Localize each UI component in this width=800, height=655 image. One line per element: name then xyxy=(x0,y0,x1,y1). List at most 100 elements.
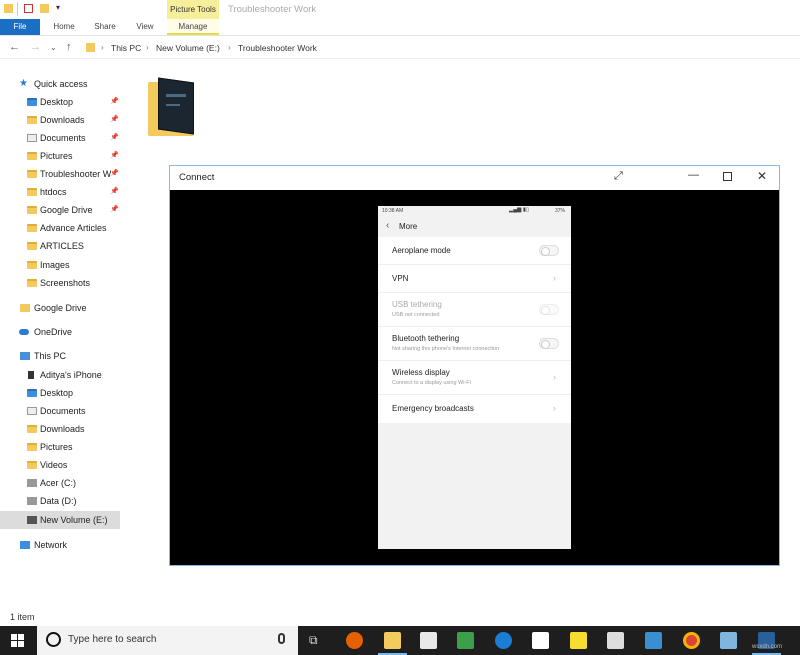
firefox-icon[interactable] xyxy=(346,632,363,649)
pin-icon: 📌 xyxy=(110,170,119,177)
tab-file[interactable]: File xyxy=(0,19,40,35)
up-arrow-icon[interactable]: ↑ xyxy=(66,41,72,53)
nav-label: Advance Articles xyxy=(40,223,107,233)
phone-screen: 10:38 AM ▂▄▆ ▮▯ 37% ‹ More Aeroplane mod… xyxy=(378,206,571,549)
edge-icon[interactable] xyxy=(495,632,512,649)
item-count: 1 item xyxy=(10,612,35,622)
nav-label: Desktop xyxy=(40,97,74,107)
nav-label: Acer (C:) xyxy=(40,478,76,488)
app-icon[interactable] xyxy=(532,632,549,649)
nav-item-pc-downloads[interactable]: Downloads xyxy=(0,420,120,438)
nav-item-documents[interactable]: Documents 📌 xyxy=(0,129,120,147)
bluetooth-tethering-toggle[interactable] xyxy=(539,338,559,349)
star-icon: ★ xyxy=(19,78,28,89)
close-icon[interactable]: ✕ xyxy=(757,169,767,183)
nav-item-google-drive-folder[interactable]: Google Drive 📌 xyxy=(0,201,120,219)
connect-title-bar: Connect ⤢ — ✕ xyxy=(170,166,779,190)
folder-icon xyxy=(4,4,13,13)
nav-label: Downloads xyxy=(40,424,85,434)
nav-item-iphone[interactable]: Aditya's iPhone xyxy=(0,366,120,384)
file-explorer-icon[interactable] xyxy=(378,632,407,655)
nav-label: Google Drive xyxy=(40,205,93,215)
breadcrumb-new-volume[interactable]: New Volume (E:) xyxy=(156,43,220,53)
setting-emergency-broadcasts[interactable]: Emergency broadcasts › xyxy=(378,395,571,423)
nav-network[interactable]: Network xyxy=(0,536,120,554)
address-bar: ← → ⌄ ↑ › This PC › New Volume (E:) › Tr… xyxy=(0,37,800,59)
nav-item-drive-c[interactable]: Acer (C:) xyxy=(0,474,120,492)
nav-item-pc-documents[interactable]: Documents xyxy=(0,402,120,420)
nav-item-downloads[interactable]: Downloads 📌 xyxy=(0,111,120,129)
nav-item-screenshots[interactable]: Screenshots xyxy=(0,274,120,292)
forward-arrow-icon[interactable]: → xyxy=(30,41,41,53)
folder-icon xyxy=(27,242,37,250)
nav-item-htdocs[interactable]: htdocs 📌 xyxy=(0,183,120,201)
notepad-icon[interactable] xyxy=(457,632,474,649)
app-icon[interactable] xyxy=(720,632,737,649)
nav-label: New Volume (E:) xyxy=(40,515,108,525)
nav-item-pc-pictures[interactable]: Pictures xyxy=(0,438,120,456)
setting-aeroplane-mode[interactable]: Aeroplane mode xyxy=(378,237,571,265)
breadcrumb-this-pc[interactable]: This PC xyxy=(111,43,141,53)
pin-icon: 📌 xyxy=(110,152,119,159)
breadcrumb-troubleshooter-work[interactable]: Troubleshooter Work xyxy=(238,43,317,53)
nav-onedrive[interactable]: OneDrive xyxy=(0,323,120,341)
nav-label: Desktop xyxy=(40,388,74,398)
documents-icon xyxy=(27,134,37,142)
recent-locations-icon[interactable]: ⌄ xyxy=(50,43,57,52)
nav-label: Troubleshooter W xyxy=(40,169,112,179)
nav-item-pictures[interactable]: Pictures 📌 xyxy=(0,147,120,165)
cortana-icon xyxy=(46,632,61,647)
nav-item-advance-articles[interactable]: Advance Articles xyxy=(0,219,120,237)
customize-quick-access-icon[interactable]: ▾ xyxy=(56,3,60,12)
usb-tethering-toggle[interactable] xyxy=(539,304,559,315)
task-view-icon[interactable]: ⧉ xyxy=(309,633,318,648)
ribbon-tabs: File Home Share View Manage xyxy=(0,19,800,36)
chevron-right-icon: › xyxy=(553,273,556,283)
minimize-icon[interactable]: — xyxy=(688,169,699,181)
nav-item-pc-videos[interactable]: Videos xyxy=(0,456,120,474)
tab-view[interactable]: View xyxy=(130,19,160,35)
tab-manage[interactable]: Manage xyxy=(167,19,219,35)
setting-wireless-display[interactable]: Wireless display Connect to a display us… xyxy=(378,361,571,395)
new-folder-icon[interactable] xyxy=(40,4,49,13)
folder-icon xyxy=(27,206,37,214)
properties-icon[interactable] xyxy=(24,4,33,13)
fullscreen-icon[interactable]: ⤢ xyxy=(614,170,623,183)
nav-item-images[interactable]: Images xyxy=(0,256,120,274)
back-icon[interactable]: ‹ xyxy=(386,220,389,231)
nav-item-drive-e[interactable]: New Volume (E:) xyxy=(0,511,120,529)
tab-home[interactable]: Home xyxy=(48,19,80,35)
aeroplane-toggle[interactable] xyxy=(539,245,559,256)
nav-google-drive[interactable]: Google Drive xyxy=(0,299,120,317)
nav-item-drive-d[interactable]: Data (D:) xyxy=(0,492,120,510)
chrome-icon[interactable] xyxy=(683,632,700,649)
app-icon[interactable] xyxy=(645,632,662,649)
nav-item-troubleshooter[interactable]: Troubleshooter W 📌 xyxy=(0,165,120,183)
nav-label: Videos xyxy=(40,460,68,470)
folder-icon xyxy=(27,279,37,287)
signal-icon: ▂▄▆ ▮▯ xyxy=(509,207,529,213)
back-arrow-icon[interactable]: ← xyxy=(9,41,20,53)
nav-label: Google Drive xyxy=(34,303,87,313)
setting-vpn[interactable]: VPN › xyxy=(378,265,571,293)
store-icon[interactable] xyxy=(420,632,437,649)
setting-usb-tethering[interactable]: USB tethering USB not connected xyxy=(378,293,571,327)
chevron-right-icon: › xyxy=(553,403,556,413)
folder-icon xyxy=(27,224,37,232)
documents-icon xyxy=(27,407,37,415)
nav-item-pc-desktop[interactable]: Desktop xyxy=(0,384,120,402)
sticky-notes-icon[interactable] xyxy=(570,632,587,649)
setting-bluetooth-tethering[interactable]: Bluetooth tethering Not sharing this pho… xyxy=(378,327,571,361)
computer-icon xyxy=(20,352,30,360)
microphone-icon[interactable] xyxy=(278,633,285,644)
search-box[interactable]: Type here to search xyxy=(37,626,298,655)
windows-start-icon[interactable] xyxy=(11,634,24,647)
nav-item-desktop[interactable]: Desktop 📌 xyxy=(0,93,120,111)
maximize-icon[interactable] xyxy=(723,172,732,181)
folder-thumbnail[interactable] xyxy=(148,76,196,138)
tab-share[interactable]: Share xyxy=(88,19,122,35)
nav-item-articles[interactable]: ARTICLES xyxy=(0,237,120,255)
nav-quick-access[interactable]: ★ Quick access xyxy=(0,75,120,93)
nav-this-pc[interactable]: This PC xyxy=(0,347,120,365)
mail-icon[interactable] xyxy=(607,632,624,649)
